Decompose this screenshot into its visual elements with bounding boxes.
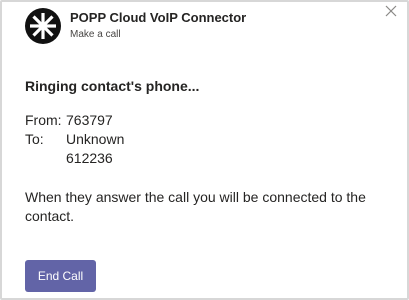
to-value-name: Unknown bbox=[66, 131, 125, 147]
status-heading: Ringing contact's phone... bbox=[25, 78, 200, 94]
from-label: From: bbox=[25, 112, 62, 128]
header-titles: POPP Cloud VoIP Connector Make a call bbox=[70, 10, 246, 42]
popp-logo-icon bbox=[25, 8, 61, 44]
card-header: POPP Cloud VoIP Connector Make a call bbox=[25, 8, 246, 44]
to-value-number: 612236 bbox=[66, 150, 113, 166]
app-subtitle: Make a call bbox=[70, 29, 121, 40]
app-title: POPP Cloud VoIP Connector bbox=[70, 10, 247, 25]
info-message: When they answer the call you will be co… bbox=[25, 189, 366, 224]
close-icon[interactable] bbox=[384, 4, 398, 18]
call-card: POPP Cloud VoIP Connector Make a call Ri… bbox=[0, 0, 409, 300]
end-call-button[interactable]: End Call bbox=[25, 260, 96, 292]
fact-to: To: Unknown 612236 bbox=[25, 130, 124, 168]
call-facts: From: 763797 To: Unknown 612236 bbox=[25, 111, 124, 168]
fact-from: From: 763797 bbox=[25, 111, 124, 130]
to-label: To: bbox=[25, 131, 44, 147]
from-value: 763797 bbox=[66, 112, 113, 128]
to-value: Unknown 612236 bbox=[66, 130, 124, 168]
